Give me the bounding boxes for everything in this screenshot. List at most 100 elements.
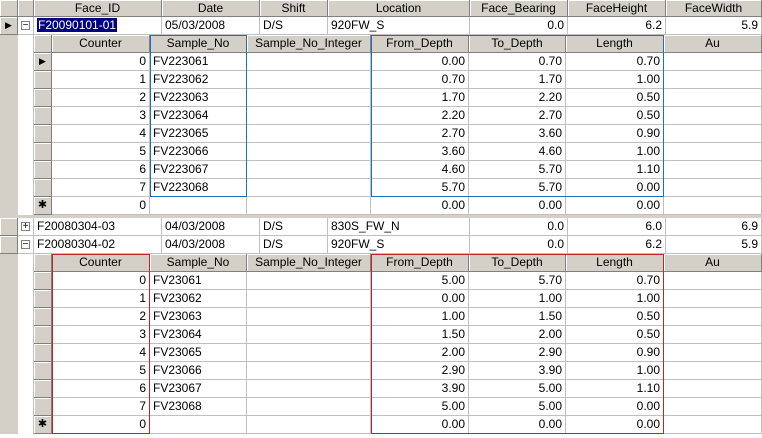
subcell-au[interactable]	[664, 143, 762, 161]
cell-face-width[interactable]: 5.9	[666, 17, 762, 35]
subcolumn-header-counter[interactable]: Counter	[52, 35, 150, 53]
subcell-sample-no-integer[interactable]	[247, 398, 371, 416]
cell-face-width[interactable]: 5.9	[666, 236, 762, 254]
subcell-au[interactable]	[664, 362, 762, 380]
subcell-sample-no-integer[interactable]	[247, 179, 371, 197]
column-header-facewidth[interactable]: FaceWidth	[666, 0, 762, 17]
cell-face-id[interactable]: F20080304-03	[34, 218, 162, 236]
subcell-counter[interactable]: 3	[52, 107, 150, 125]
column-header-date[interactable]: Date	[162, 0, 260, 17]
subcell-counter[interactable]: 4	[52, 125, 150, 143]
column-header-faceheight[interactable]: FaceHeight	[568, 0, 666, 17]
subrecord-selector[interactable]	[34, 179, 52, 197]
cell-face-id[interactable]: F20080304-02	[34, 236, 162, 254]
subcolumn-header-sample-no-integer[interactable]: Sample_No_Integer	[247, 254, 371, 272]
column-header-face-bearing[interactable]: Face_Bearing	[470, 0, 568, 17]
cell-face-height[interactable]: 6.2	[568, 17, 666, 35]
subcell-au[interactable]	[664, 125, 762, 143]
subcell-counter[interactable]: 0	[52, 197, 150, 215]
subcell-sample_no[interactable]	[150, 197, 247, 215]
subrecord-selector[interactable]	[34, 398, 52, 416]
cell-location[interactable]: 830S_FW_N	[328, 218, 470, 236]
subrecord-selector[interactable]	[34, 272, 52, 290]
subcell-au[interactable]	[664, 179, 762, 197]
subrecord-selector[interactable]	[34, 71, 52, 89]
subcell-sample-no-integer[interactable]	[247, 362, 371, 380]
subcell-counter[interactable]: 5	[52, 143, 150, 161]
cell-face-bearing[interactable]: 0.0	[470, 17, 568, 35]
subcell-sample-no-integer[interactable]	[247, 71, 371, 89]
cell-shift[interactable]: D/S	[260, 218, 328, 236]
subcell-sample_no[interactable]: FV23064	[150, 326, 247, 344]
subcell-sample-no-integer[interactable]	[247, 344, 371, 362]
subcell-sample-no-integer[interactable]	[247, 125, 371, 143]
subcell-au[interactable]	[664, 398, 762, 416]
subcell-sample_no[interactable]: FV23066	[150, 362, 247, 380]
cell-shift[interactable]: D/S	[260, 236, 328, 254]
subrecord-selector[interactable]	[34, 89, 52, 107]
subcell-sample-no-integer[interactable]	[247, 272, 371, 290]
subcolumn-header-sample-no-integer[interactable]: Sample_No_Integer	[247, 35, 371, 53]
subcell-to[interactable]: 0.00	[469, 197, 566, 215]
subcell-sample-no-integer[interactable]	[247, 53, 371, 71]
subcell-au[interactable]	[664, 89, 762, 107]
subcell-counter[interactable]: 0	[52, 53, 150, 71]
subcell-counter[interactable]: 6	[52, 161, 150, 179]
subcell-sample_no[interactable]: FV23068	[150, 398, 247, 416]
subrecord-selector[interactable]	[34, 290, 52, 308]
subcell-sample-no-integer[interactable]	[247, 308, 371, 326]
column-header-shift[interactable]: Shift	[260, 0, 328, 17]
subcell-sample-no-integer[interactable]	[247, 197, 371, 215]
subcell-sample-no-integer[interactable]	[247, 326, 371, 344]
collapse-icon[interactable]: −	[21, 240, 30, 250]
subcell-au[interactable]	[664, 308, 762, 326]
subrecord-selector[interactable]	[34, 326, 52, 344]
subcell-sample-no-integer[interactable]	[247, 380, 371, 398]
subcolumn-header-au[interactable]: Au	[664, 254, 762, 272]
cell-date[interactable]: 05/03/2008	[162, 17, 260, 35]
cell-date[interactable]: 04/03/2008	[162, 218, 260, 236]
cell-face-height[interactable]: 6.2	[568, 236, 666, 254]
subrecord-selector[interactable]	[34, 125, 52, 143]
subrecord-selector[interactable]	[34, 344, 52, 362]
subcell-sample-no-integer[interactable]	[247, 161, 371, 179]
subcell-au[interactable]	[664, 326, 762, 344]
subcell-au[interactable]	[664, 416, 762, 434]
subcell-au[interactable]	[664, 380, 762, 398]
subcell-counter[interactable]: 1	[52, 71, 150, 89]
subrecord-selector[interactable]	[34, 107, 52, 125]
subcell-from[interactable]: 0.00	[371, 197, 469, 215]
subcell-sample_no[interactable]: FV23065	[150, 344, 247, 362]
subcell-sample_no[interactable]: FV23061	[150, 272, 247, 290]
subcell-au[interactable]	[664, 344, 762, 362]
subcell-sample-no-integer[interactable]	[247, 416, 371, 434]
expand-icon[interactable]: +	[21, 222, 30, 232]
cell-shift[interactable]: D/S	[260, 17, 328, 35]
subcell-sample_no[interactable]: FV23067	[150, 380, 247, 398]
subcell-counter[interactable]: 2	[52, 89, 150, 107]
subcell-length[interactable]: 0.00	[566, 197, 664, 215]
subcell-counter[interactable]: 7	[52, 179, 150, 197]
column-header-face-id[interactable]: Face_ID	[34, 0, 162, 17]
subcolumn-header-sample-no[interactable]: Sample_No	[150, 254, 247, 272]
subrecord-selector[interactable]	[34, 362, 52, 380]
subcell-sample-no-integer[interactable]	[247, 290, 371, 308]
subcell-au[interactable]	[664, 53, 762, 71]
subcell-sample_no[interactable]: FV23063	[150, 308, 247, 326]
subcell-au[interactable]	[664, 290, 762, 308]
column-header-location[interactable]: Location	[328, 0, 470, 17]
subrecord-selector[interactable]	[34, 161, 52, 179]
record-selector[interactable]	[0, 236, 18, 254]
subcell-au[interactable]	[664, 272, 762, 290]
cell-date[interactable]: 04/03/2008	[162, 236, 260, 254]
subcell-sample-no-integer[interactable]	[247, 143, 371, 161]
subcell-sample_no[interactable]: FV23062	[150, 290, 247, 308]
record-selector[interactable]	[0, 218, 18, 236]
subcell-sample_no[interactable]	[150, 416, 247, 434]
subcell-sample-no-integer[interactable]	[247, 89, 371, 107]
subcell-sample-no-integer[interactable]	[247, 107, 371, 125]
subcell-au[interactable]	[664, 71, 762, 89]
subcell-au[interactable]	[664, 161, 762, 179]
cell-face-bearing[interactable]: 0.0	[470, 236, 568, 254]
cell-location[interactable]: 920FW_S	[328, 17, 470, 35]
